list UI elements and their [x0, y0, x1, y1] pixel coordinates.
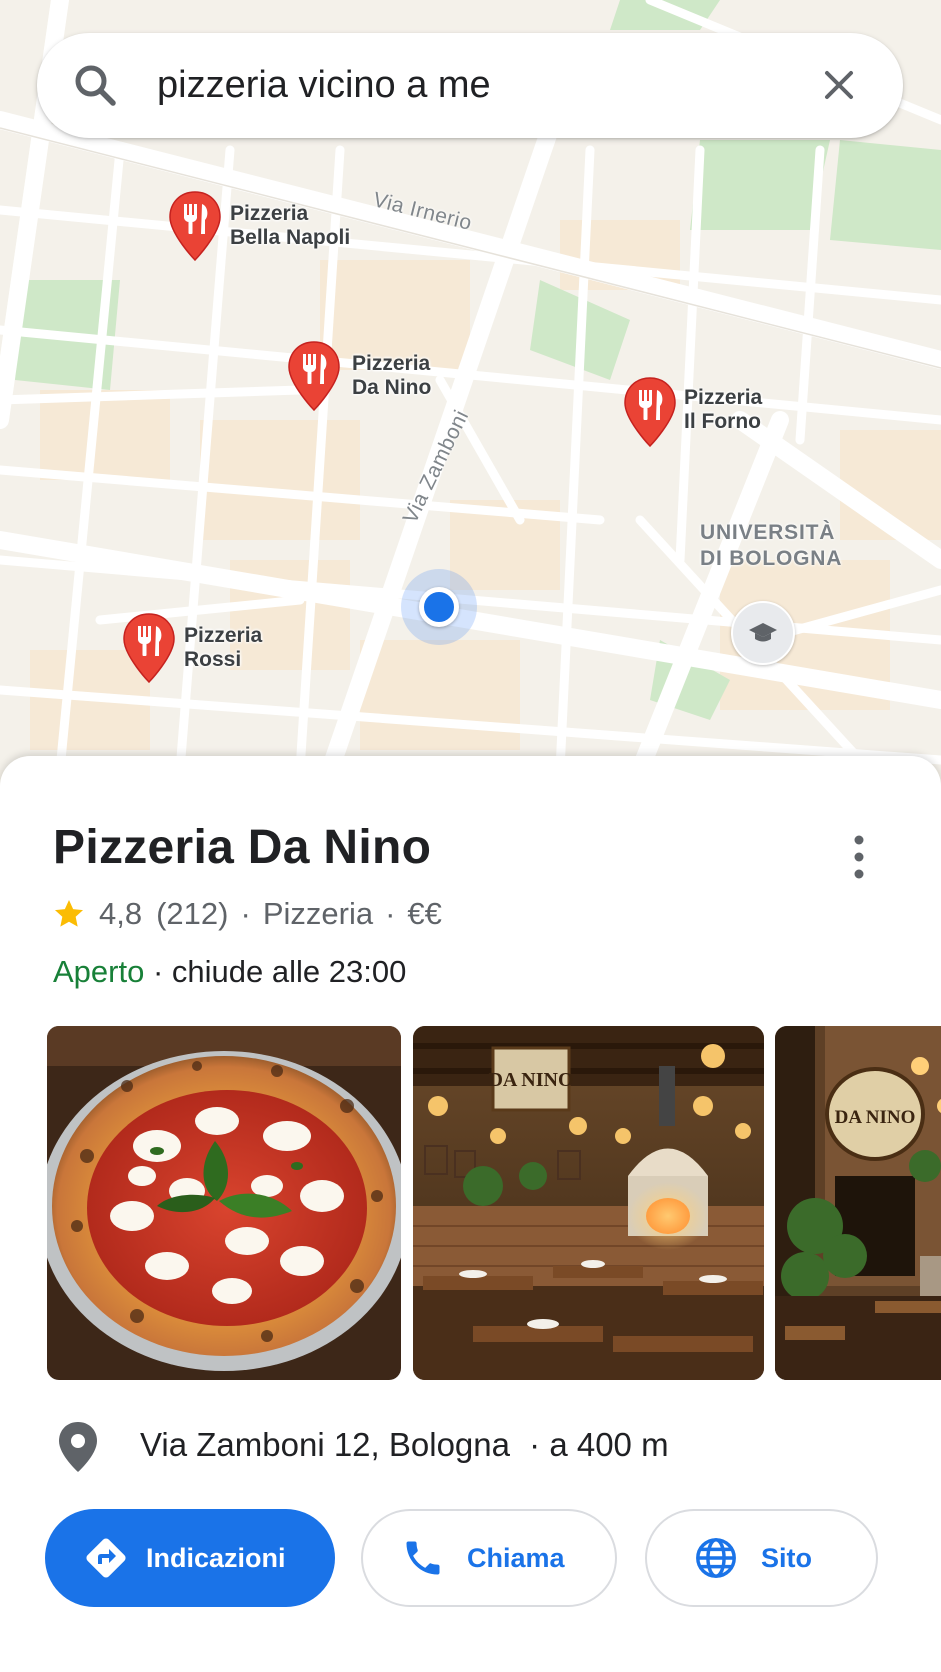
map-pin-label-line1: Pizzeria	[230, 202, 309, 225]
website-button[interactable]: Sito	[645, 1509, 878, 1607]
map-pin-label: Pizzeria Rossi	[184, 624, 262, 672]
distance: · a 400 m	[529, 1426, 669, 1463]
interior-photo-image: DA NINO	[413, 1026, 764, 1380]
separator: ·	[240, 896, 251, 931]
directions-button[interactable]: Indicazioni	[45, 1509, 335, 1607]
search-query[interactable]: pizzeria vicino a me	[157, 61, 491, 109]
open-status: Aperto	[53, 954, 145, 989]
review-count[interactable]: (212)	[156, 896, 228, 932]
restaurant-pin-icon[interactable]	[287, 340, 341, 412]
interior-sign-text: DA NINO	[488, 1069, 573, 1091]
search-bar[interactable]: pizzeria vicino a me	[37, 33, 903, 138]
location-pin-icon	[59, 1422, 97, 1472]
rating-value: 4,8	[99, 896, 143, 931]
more-options-icon[interactable]	[836, 830, 882, 884]
photo-carousel[interactable]: DA NINO DA NINO	[0, 1026, 941, 1380]
directions-label: Indicazioni	[146, 1542, 286, 1573]
place-details-sheet[interactable]: Pizzeria Da Nino 4,8 (212) · Pizzeria · …	[0, 756, 941, 1672]
place-category: Pizzeria	[262, 896, 374, 931]
map-pin-label-line1: Pizzeria	[684, 386, 763, 409]
star-icon	[55, 900, 83, 927]
exterior-photo-image: DA NINO	[775, 1026, 941, 1380]
street-address: Via Zamboni 12, Bologna	[140, 1426, 510, 1463]
restaurant-pin-icon[interactable]	[623, 376, 677, 448]
restaurant-pin-icon[interactable]	[122, 612, 176, 684]
map-pin-label-line2: Da Nino	[352, 376, 432, 399]
map-pin-label-line2: Bella Napoli	[230, 226, 351, 249]
map-pin-label: Pizzeria Il Forno	[684, 386, 762, 434]
separator: ·	[385, 896, 396, 931]
search-icon[interactable]	[71, 61, 119, 109]
address-row[interactable]: Via Zamboni 12, Bologna · a 400 m	[53, 1416, 913, 1476]
map-pin-label: Pizzeria Da Nino	[352, 352, 431, 400]
call-label: Chiama	[467, 1542, 565, 1573]
website-label: Sito	[761, 1542, 812, 1573]
rating-row: 4,8 (212) · Pizzeria · €€	[53, 896, 442, 932]
map-view[interactable]: Via Irnerio Via Zamboni UNIVERSITÀ DI BO…	[0, 0, 941, 770]
poi-label-line2: DI BOLOGNA	[700, 547, 843, 570]
phone-icon	[406, 1541, 440, 1575]
directions-icon	[86, 1538, 126, 1578]
map-pin-label: Pizzeria Bella Napoli	[230, 202, 350, 250]
current-location-dot[interactable]	[419, 587, 459, 627]
closing-time: · chiude alle 23:00	[152, 954, 407, 989]
call-button[interactable]: Chiama	[361, 1509, 617, 1607]
poi-label-line1: UNIVERSITÀ	[700, 521, 836, 544]
exterior-sign-text: DA NINO	[835, 1107, 916, 1128]
poi-label-universita: UNIVERSITÀ DI BOLOGNA	[700, 520, 842, 572]
pizza-photo-image	[47, 1026, 401, 1380]
close-icon[interactable]	[819, 65, 859, 105]
action-buttons: Indicazioni Chiama Sito	[45, 1509, 905, 1609]
graduation-cap-icon[interactable]	[731, 601, 795, 665]
photo-interior[interactable]: DA NINO	[413, 1026, 764, 1380]
place-title: Pizzeria Da Nino	[53, 821, 432, 874]
price-level: €€	[407, 896, 442, 931]
map-pin-label-line2: Il Forno	[684, 410, 761, 433]
opening-hours[interactable]: Aperto · chiude alle 23:00	[53, 954, 406, 990]
address-text: Via Zamboni 12, Bologna · a 400 m	[140, 1426, 669, 1464]
map-pin-label-line1: Pizzeria	[352, 352, 431, 375]
photo-pizza[interactable]	[47, 1026, 401, 1380]
restaurant-pin-icon[interactable]	[168, 190, 222, 262]
map-pin-label-line1: Pizzeria	[184, 624, 263, 647]
photo-exterior[interactable]: DA NINO	[775, 1026, 941, 1380]
map-pin-label-line2: Rossi	[184, 648, 242, 671]
globe-icon	[696, 1538, 736, 1578]
